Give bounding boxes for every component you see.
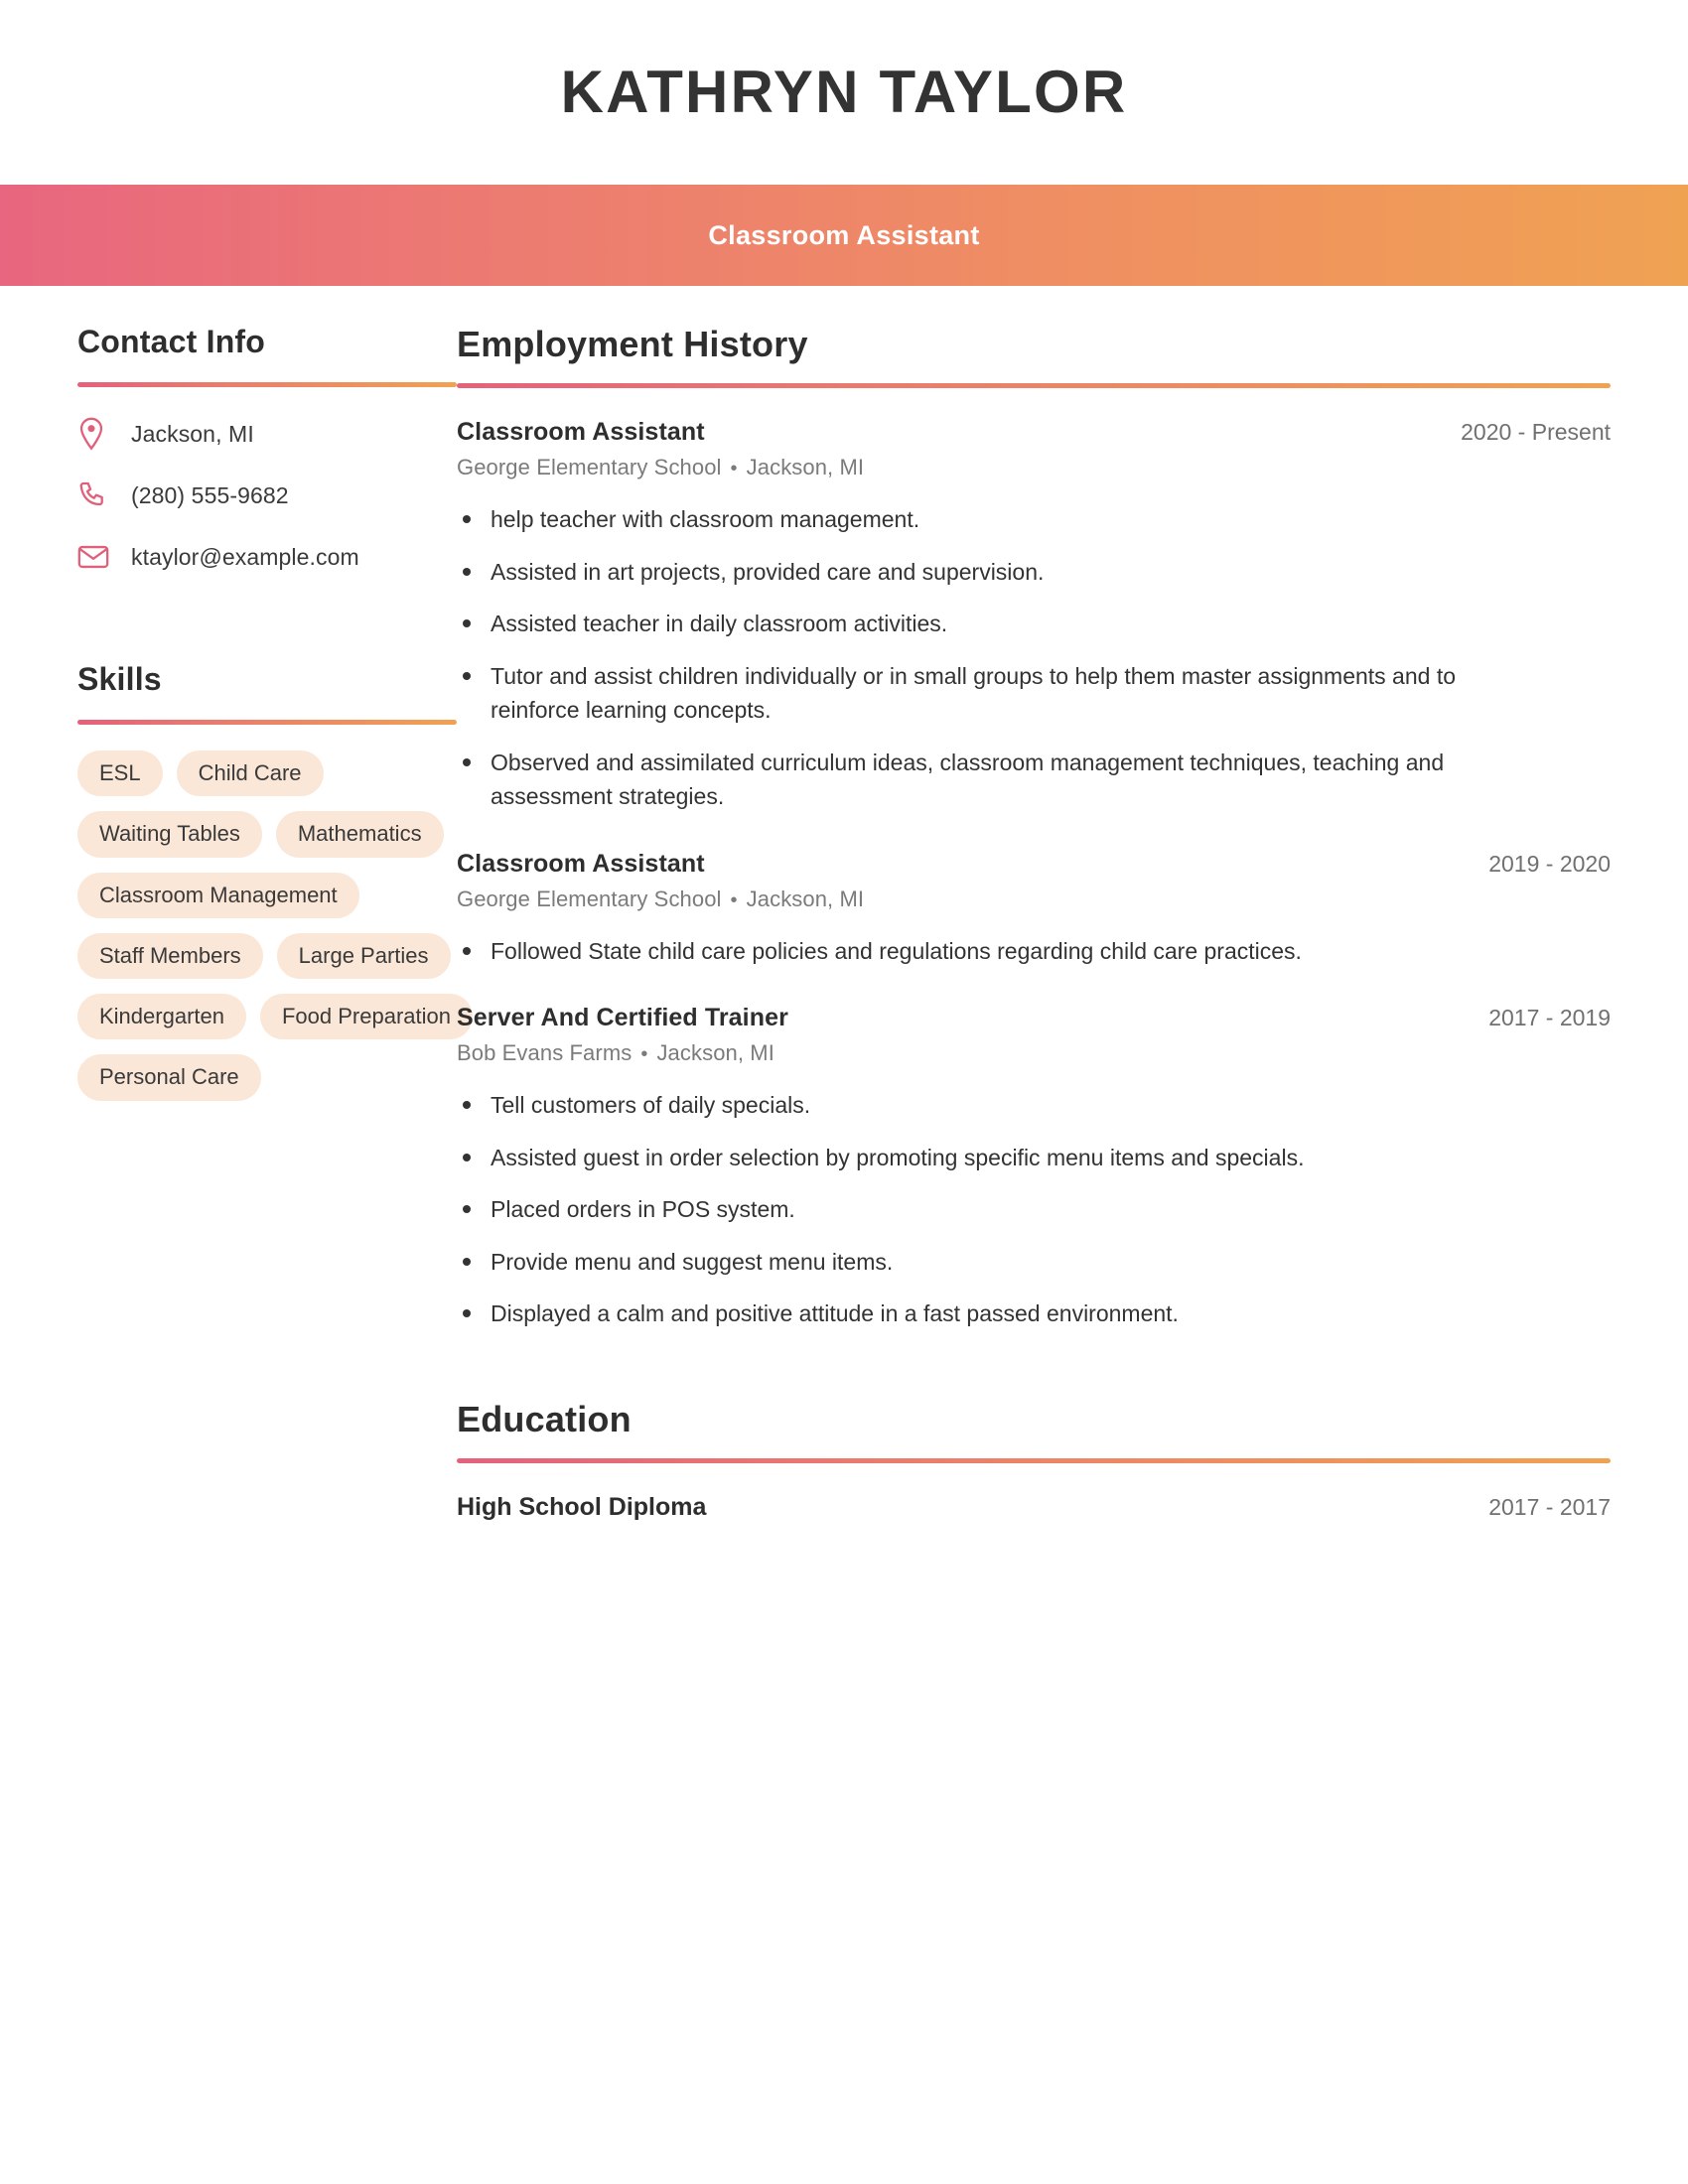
phone-icon [77,480,117,510]
meta-separator-icon: • [730,458,738,479]
contact-item-location: Jackson, MI [77,417,431,451]
job-bullet: Provide menu and suggest menu items. [457,1245,1483,1280]
skills-list: ESL Child Care Waiting Tables Mathematic… [77,751,475,1101]
skill-pill: ESL [77,751,163,797]
contact-phone-value: (280) 555-9682 [131,481,289,508]
contact-info-section: Contact Info Jackson, MI (280) 555-9682 … [77,324,457,574]
job-bullet: Assisted in art projects, provided care … [457,555,1483,590]
employment-entry-header: Classroom Assistant 2020 - Present [457,418,1611,447]
meta-separator-icon: • [730,888,738,911]
education-dates: 2017 - 2017 [1488,1493,1611,1520]
employment-history-heading: Employment History [457,324,808,364]
job-employer: George Elementary School [457,886,722,911]
envelope-icon [77,544,117,570]
job-location: Jackson, MI [656,1040,774,1065]
job-meta: George Elementary School • Jackson, MI [457,455,1611,480]
employment-history-section: Employment History Classroom Assistant 2… [457,324,1611,1331]
job-position: Classroom Assistant [457,418,705,446]
skills-section: Skills ESL Child Care Waiting Tables Mat… [77,661,473,1101]
skill-pill: Large Parties [276,932,451,980]
employment-entry: Server And Certified Trainer 2017 - 2019… [457,1004,1611,1331]
skill-pill: Food Preparation [259,994,473,1040]
education-section: Education High School Diploma 2017 - 201… [457,1399,1611,1522]
job-title-text: Classroom Assistant [708,219,980,250]
job-bullet: Placed orders in POS system. [457,1192,1483,1227]
skills-divider [77,720,457,725]
employment-divider [457,383,1611,388]
job-bullet: Tutor and assist children individually o… [457,659,1483,728]
education-entry: High School Diploma 2017 - 2017 [457,1493,1611,1522]
job-employer: George Elementary School [457,455,722,479]
job-bullet: Assisted guest in order selection by pro… [457,1141,1483,1175]
job-meta: George Elementary School • Jackson, MI [457,887,1611,912]
job-bullet: Displayed a calm and positive attitude i… [457,1297,1483,1331]
contact-item-phone: (280) 555-9682 [77,478,431,512]
job-title-banner: Classroom Assistant [0,185,1688,286]
job-bullets: Tell customers of daily specials. Assist… [457,1088,1611,1331]
job-dates: 2020 - Present [1461,419,1611,445]
job-dates: 2019 - 2020 [1488,850,1611,877]
education-divider [457,1457,1611,1463]
employment-entry: Classroom Assistant 2020 - Present Georg… [457,418,1611,814]
job-employer: Bob Evans Farms [457,1040,633,1065]
sidebar: Contact Info Jackson, MI (280) 555-9682 … [0,324,473,1101]
contact-info-heading: Contact Info [77,324,266,359]
job-bullet: help teacher with classroom management. [457,502,1483,537]
skills-heading: Skills [77,661,162,697]
job-bullets: Followed State child care policies and r… [457,934,1611,969]
skill-pill: Kindergarten [77,994,246,1040]
resume-body: Contact Info Jackson, MI (280) 555-9682 … [0,286,1688,1522]
skill-pill: Child Care [176,751,324,797]
job-bullet: Observed and assimilated curriculum idea… [457,746,1483,814]
employment-entry: Classroom Assistant 2019 - 2020 George E… [457,850,1611,969]
contact-email-value: ktaylor@example.com [131,543,359,570]
job-bullet: Followed State child care policies and r… [457,934,1483,969]
employment-entry-header: Classroom Assistant 2019 - 2020 [457,850,1611,879]
location-pin-icon [77,417,117,451]
job-bullet: Assisted teacher in daily classroom acti… [457,607,1483,641]
job-location: Jackson, MI [746,886,865,911]
main-content: Employment History Classroom Assistant 2… [457,324,1688,1522]
contact-item-email: ktaylor@example.com [77,540,431,574]
page-title: KATHRYN TAYLOR [560,59,1128,125]
resume-header: KATHRYN TAYLOR [0,0,1688,185]
skill-pill: Staff Members [77,932,263,980]
education-heading: Education [457,1398,632,1439]
skill-pill: Personal Care [77,1054,261,1101]
meta-separator-icon: • [640,1043,648,1065]
skill-pill: Classroom Management [77,872,359,918]
contact-divider [77,382,457,387]
contact-list: Jackson, MI (280) 555-9682 ktaylor@examp… [77,417,431,574]
contact-location-value: Jackson, MI [131,420,254,447]
job-bullets: help teacher with classroom management. … [457,502,1611,814]
job-meta: Bob Evans Farms • Jackson, MI [457,1040,1611,1066]
employment-entry-header: Server And Certified Trainer 2017 - 2019 [457,1004,1611,1032]
job-location: Jackson, MI [746,455,865,479]
job-position: Server And Certified Trainer [457,1004,788,1031]
job-bullet: Tell customers of daily specials. [457,1088,1483,1123]
job-position: Classroom Assistant [457,849,705,878]
skill-pill: Waiting Tables [77,811,262,858]
job-dates: 2017 - 2019 [1488,1005,1611,1030]
skill-pill: Mathematics [275,811,444,858]
education-degree: High School Diploma [457,1492,707,1521]
